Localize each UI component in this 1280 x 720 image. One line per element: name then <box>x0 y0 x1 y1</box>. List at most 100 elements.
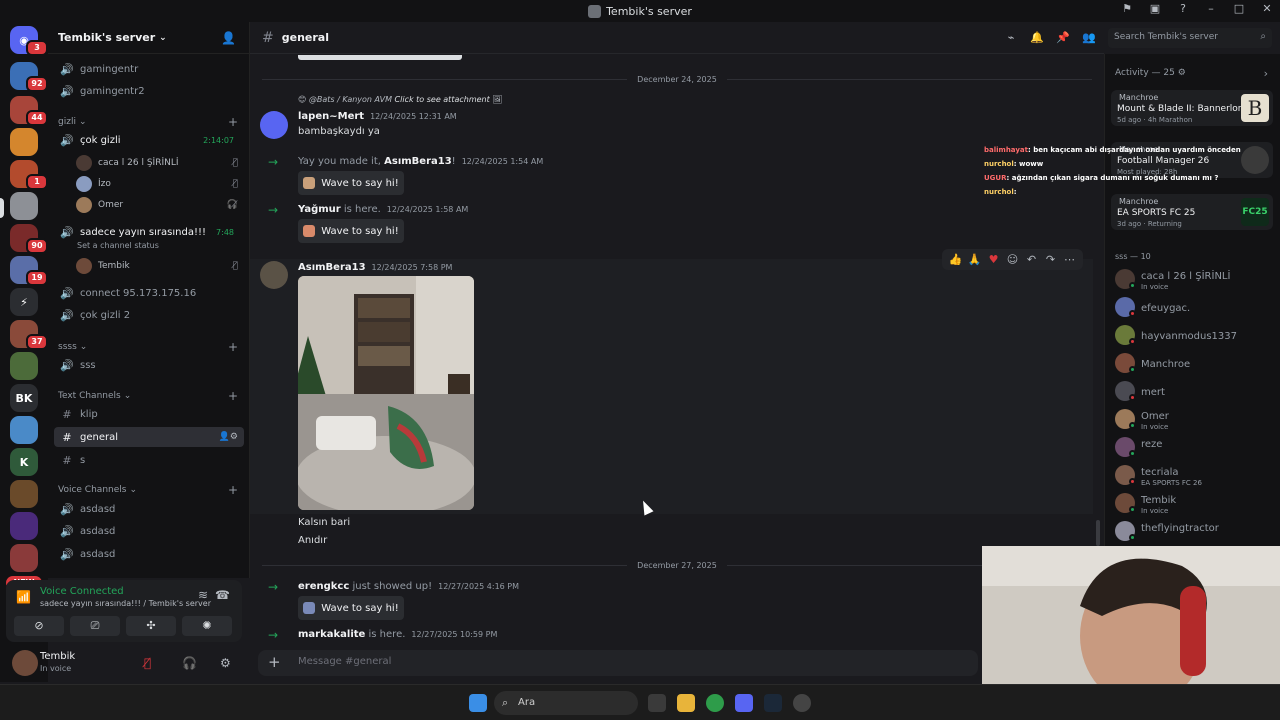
member-item[interactable]: reze <box>1115 434 1275 460</box>
voice-channel[interactable]: 🔊 asdasd <box>54 544 244 564</box>
close-button[interactable]: ✕ <box>1260 2 1274 16</box>
voice-channel[interactable]: 🔊 connect 95.173.175.16 <box>54 283 244 303</box>
inbox-icon[interactable]: ▣ <box>1148 2 1162 16</box>
category-gizli[interactable]: gizli ⌄ + <box>58 115 238 129</box>
voice-user[interactable]: Tembik 🎙̸ <box>76 257 246 275</box>
disconnect-icon[interactable]: ☎ <box>215 588 230 602</box>
message-author[interactable]: lapen~Mert <box>298 111 364 122</box>
member-list-icon[interactable]: 👥 <box>1081 30 1097 46</box>
voice-channel[interactable]: 🔊 çok gizli 2 <box>54 305 244 325</box>
voice-channel-active[interactable]: 🔊 çok gizli 2:14:07 <box>54 130 244 150</box>
server-button[interactable] <box>10 512 38 540</box>
voice-user[interactable]: İzo 🎙̸ <box>76 175 246 193</box>
member-item[interactable]: hayvanmodus1337 <box>1115 322 1275 348</box>
avatar[interactable] <box>260 111 288 139</box>
voice-channel[interactable]: 🔊 asdasd <box>54 499 244 519</box>
flag-icon[interactable]: ⚑ <box>1120 2 1134 16</box>
message-input[interactable]: + Message #general <box>258 650 978 676</box>
category-voice[interactable]: Voice Channels ⌄ + <box>58 483 238 497</box>
threads-icon[interactable]: ⌁ <box>1003 30 1019 46</box>
member-item[interactable]: mert <box>1115 378 1275 404</box>
voice-channel[interactable]: 🔊 asdasd <box>54 521 244 541</box>
forward-icon[interactable]: ↷ <box>1043 252 1058 267</box>
server-button[interactable] <box>10 480 38 508</box>
reply-preview[interactable]: 😊 @Bats / Kanyon AVM Click to see attach… <box>298 95 502 104</box>
file-explorer-icon[interactable] <box>677 694 695 712</box>
server-header[interactable]: Tembik's server ⌄ 👤 <box>48 22 249 54</box>
more-icon[interactable]: ⋯ <box>1062 252 1077 267</box>
member-item[interactable]: efeuygac. <box>1115 294 1275 320</box>
system-user[interactable]: AsımBera13 <box>384 156 452 167</box>
steam-icon[interactable] <box>764 694 782 712</box>
voice-channel[interactable]: 🔊 sss <box>54 355 244 375</box>
server-button[interactable]: K <box>10 448 38 476</box>
server-button[interactable] <box>10 544 38 572</box>
voice-channel-live[interactable]: 🔊 sadece yayın sırasında!!! 7:48 <box>54 222 244 242</box>
text-channel[interactable]: # klip <box>54 404 244 424</box>
channel-status[interactable]: Set a channel status <box>77 241 159 250</box>
headphones-icon[interactable]: 🎧 <box>182 656 197 670</box>
server-button[interactable] <box>10 128 38 156</box>
app-icon[interactable] <box>793 694 811 712</box>
chevron-right-icon[interactable]: › <box>1264 67 1268 80</box>
current-server-button[interactable] <box>10 192 38 220</box>
wave-button[interactable]: Wave to say hi! <box>298 171 404 195</box>
text-channel-selected[interactable]: # general 👤⚙ <box>54 427 244 447</box>
wave-button[interactable]: Wave to say hi! <box>298 596 404 620</box>
mic-muted-icon[interactable]: 🎙̸ <box>144 656 151 670</box>
voice-connected-subtitle[interactable]: sadece yayın sırasında!!! / Tembik's ser… <box>40 599 211 608</box>
system-user[interactable]: erengkcc <box>298 581 349 592</box>
camera-off-button[interactable]: ⊘ <box>14 616 64 636</box>
maximize-button[interactable]: □ <box>1232 2 1246 16</box>
voice-user[interactable]: Omer 🎧̸ <box>76 196 246 214</box>
screen-share-button[interactable]: ⎚ <box>70 616 120 636</box>
activities-button[interactable]: ✣ <box>126 616 176 636</box>
member-item[interactable]: theflyingtractor <box>1115 518 1275 544</box>
search-input[interactable]: Search Tembik's server ⌕ <box>1108 28 1272 48</box>
add-channel-icon[interactable]: + <box>228 483 238 497</box>
previous-attachment[interactable] <box>298 55 462 60</box>
add-channel-icon[interactable]: + <box>228 115 238 129</box>
reply-icon[interactable]: ↶ <box>1024 252 1039 267</box>
server-button[interactable] <box>10 416 38 444</box>
message-author[interactable]: AsımBera13 <box>298 262 366 273</box>
category-ssss[interactable]: ssss ⌄ + <box>58 340 238 354</box>
activity-card[interactable]: Manchroe Mount & Blade II: Bannerlord 5d… <box>1111 90 1273 126</box>
server-button[interactable] <box>10 352 38 380</box>
category-text[interactable]: Text Channels ⌄ + <box>58 389 238 403</box>
member-item[interactable]: Tembik In voice <box>1115 490 1275 516</box>
signal-icon[interactable]: 📶 <box>16 590 31 604</box>
minimize-button[interactable]: – <box>1204 2 1218 16</box>
bell-icon[interactable]: 🔔 <box>1029 30 1045 46</box>
heart-icon[interactable]: ♥ <box>986 252 1001 267</box>
voice-channel[interactable]: 🔊 gamingentr2 <box>54 81 244 101</box>
member-item[interactable]: caca l 26 l ŞİRİNLİ In voice <box>1115 266 1275 292</box>
pin-icon[interactable]: 📌 <box>1055 30 1071 46</box>
help-icon[interactable]: ? <box>1176 2 1190 16</box>
noise-suppression-icon[interactable]: ≋ <box>198 588 208 602</box>
taskbar-search[interactable]: ⌕ Ara <box>494 691 638 715</box>
system-user[interactable]: markakalite <box>298 629 365 640</box>
start-icon[interactable] <box>469 694 487 712</box>
discord-icon[interactable] <box>735 694 753 712</box>
gear-icon[interactable]: ⚙ <box>220 656 231 670</box>
image-attachment[interactable] <box>298 276 474 510</box>
member-item[interactable]: tecriala EA SPORTS FC 26 <box>1115 462 1275 488</box>
member-item[interactable]: Omer In voice <box>1115 406 1275 432</box>
gear-icon[interactable]: ⚙ <box>1178 68 1186 78</box>
avatar[interactable] <box>12 650 38 676</box>
pray-icon[interactable]: 🙏 <box>967 252 982 267</box>
plus-icon[interactable]: + <box>268 653 281 671</box>
soundboard-button[interactable]: ✺ <box>182 616 232 636</box>
avatar[interactable] <box>260 261 288 289</box>
server-button-initials[interactable]: BK <box>10 384 38 412</box>
voice-channel[interactable]: 🔊 gamingentr <box>54 59 244 79</box>
add-channel-icon[interactable]: + <box>228 389 238 403</box>
thumbs-up-icon[interactable]: 👍 <box>948 252 963 267</box>
invite-icon[interactable]: 👤 <box>221 31 236 45</box>
add-channel-icon[interactable]: + <box>228 340 238 354</box>
voice-user[interactable]: caca l 26 l ŞİRİNLİ 🎙̸ <box>76 154 246 172</box>
chrome-icon[interactable] <box>706 694 724 712</box>
add-reaction-icon[interactable]: ☺ <box>1005 252 1020 267</box>
scrollbar[interactable] <box>1096 520 1100 546</box>
